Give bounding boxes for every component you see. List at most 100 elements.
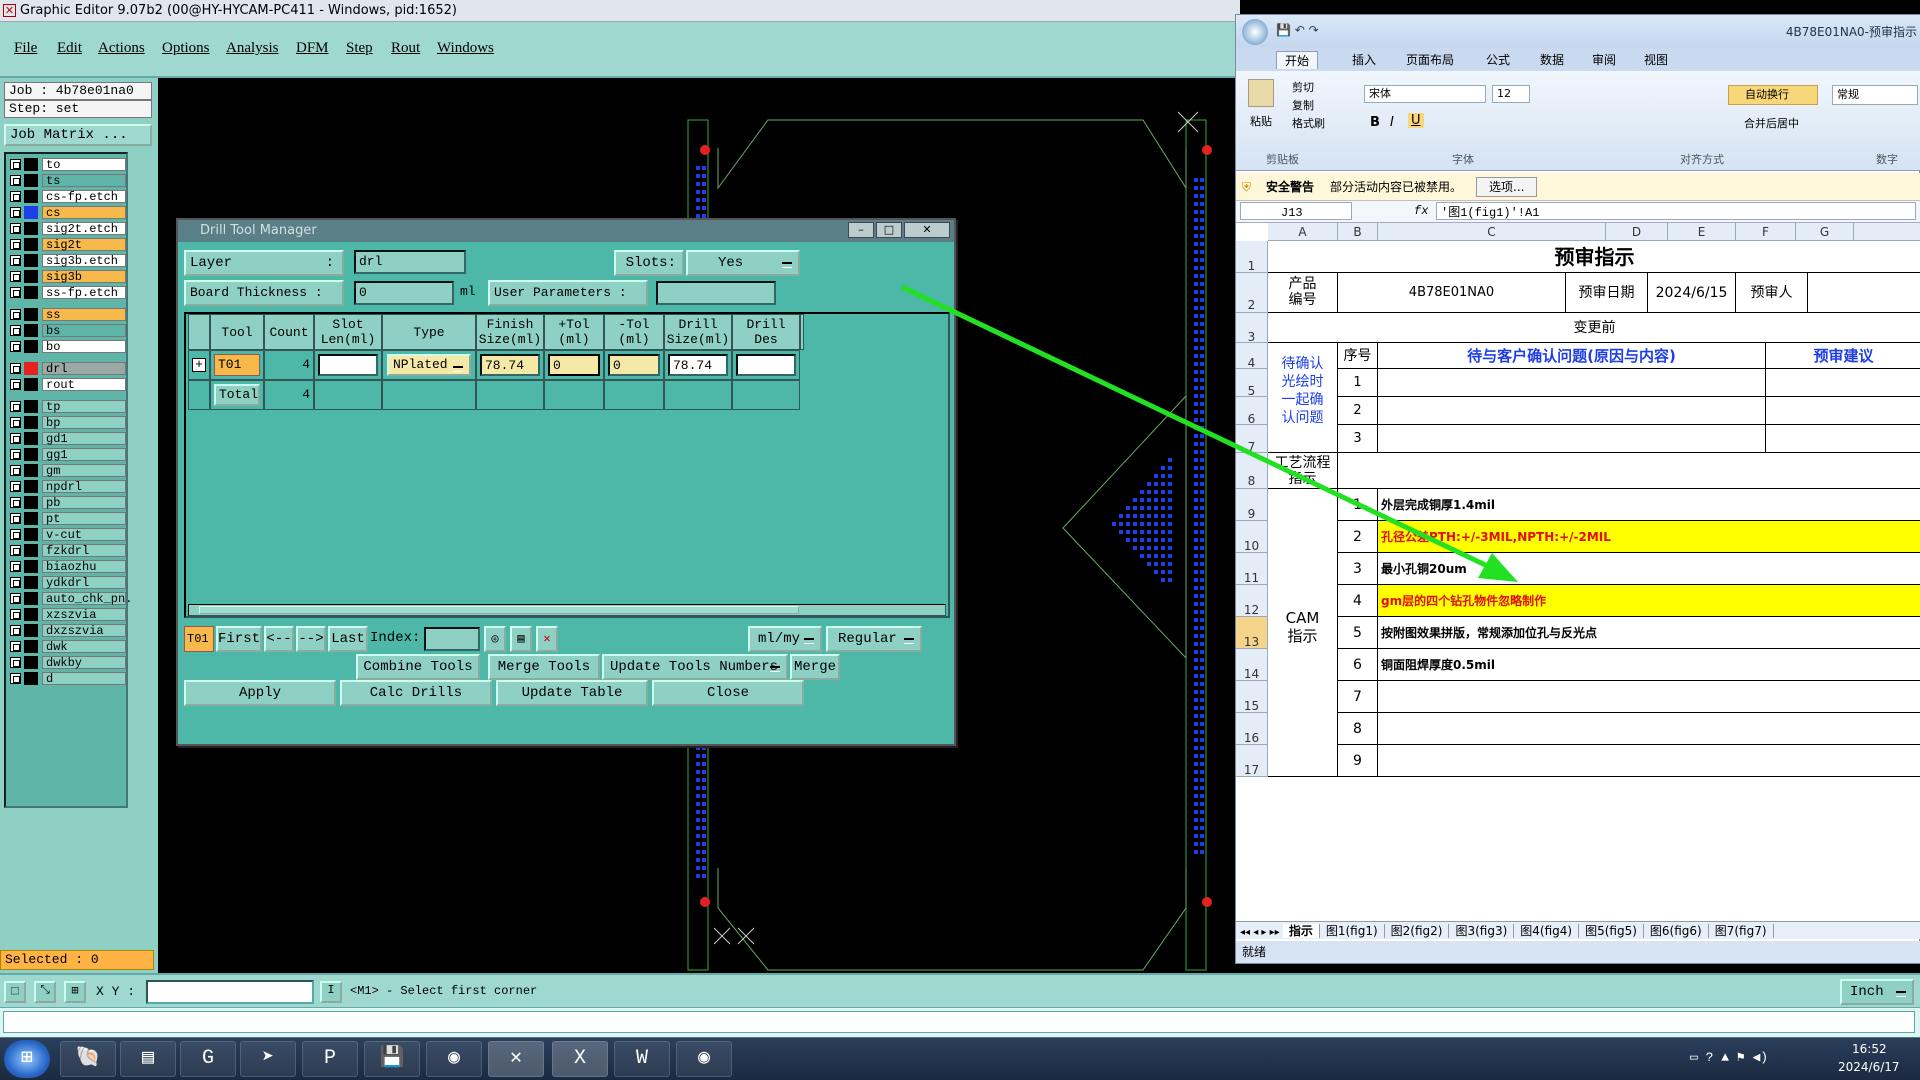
shell-icon[interactable]: 🐚	[60, 1041, 116, 1077]
row-header-14[interactable]: 14	[1236, 649, 1268, 681]
menu-actions[interactable]: Actions	[98, 40, 145, 57]
pending-suggest[interactable]	[1766, 369, 1920, 397]
list-icon[interactable]: ▤	[510, 626, 532, 652]
layer-row-ts[interactable]: ts	[8, 174, 126, 188]
layer-checkbox[interactable]	[10, 207, 21, 218]
menu-windows[interactable]: Windows	[437, 40, 494, 57]
layer-row-v-cut[interactable]: v-cut	[8, 528, 126, 542]
layer-name[interactable]: pt	[42, 512, 126, 526]
row-header-4[interactable]: 4	[1236, 343, 1268, 370]
first-button[interactable]: First	[216, 626, 262, 652]
tab-home[interactable]: 开始	[1276, 51, 1319, 69]
layer-checkbox[interactable]	[10, 513, 21, 524]
layer-checkbox[interactable]	[10, 673, 21, 684]
layer-row-drl[interactable]: drl	[8, 362, 126, 376]
cam-item[interactable]: 按附图效果拼版，常规添加位孔与反光点	[1378, 617, 1920, 649]
layer-name[interactable]: dxzszvia	[42, 624, 126, 638]
column-header-A[interactable]: A	[1268, 223, 1338, 241]
user-parameters-input[interactable]	[656, 281, 776, 305]
layer-checkbox[interactable]	[10, 545, 21, 556]
sheet-tab[interactable]: 指示	[1282, 924, 1320, 938]
command-input[interactable]	[3, 1011, 1915, 1033]
layer-checkbox[interactable]	[10, 497, 21, 508]
row-header-6[interactable]: 6	[1236, 397, 1268, 426]
grid-icon[interactable]: ⊞	[64, 981, 86, 1003]
layer-row-dwk[interactable]: dwk	[8, 640, 126, 654]
layer-row-sig2t.etch[interactable]: sig2t.etch	[8, 222, 126, 236]
layer-row-bo[interactable]: bo	[8, 340, 126, 354]
cam-item[interactable]: 最小孔铜20um	[1378, 553, 1920, 585]
cam-item[interactable]: 铜面阻焊厚度0.5mil	[1378, 649, 1920, 681]
layer-checkbox[interactable]	[10, 625, 21, 636]
layer-row-bs[interactable]: bs	[8, 324, 126, 338]
layer-name[interactable]: pb	[42, 496, 126, 510]
layer-checkbox[interactable]	[10, 223, 21, 234]
row-header-10[interactable]: 10	[1236, 521, 1268, 553]
paste-label[interactable]: 粘贴	[1250, 113, 1272, 129]
column-header-C[interactable]: C	[1378, 223, 1606, 241]
layer-row-biaozhu[interactable]: biaozhu	[8, 560, 126, 574]
row-header-16[interactable]: 16	[1236, 713, 1268, 745]
prev-button[interactable]: <--	[264, 626, 294, 652]
apply-button[interactable]: Apply	[184, 680, 336, 706]
name-box[interactable]: J13	[1240, 202, 1352, 220]
xy-input[interactable]	[146, 980, 314, 1004]
layer-name[interactable]: rout	[42, 378, 126, 392]
layer-row-sig3b.etch[interactable]: sig3b.etch	[8, 254, 126, 268]
layer-checkbox[interactable]	[10, 481, 21, 492]
format-painter-button[interactable]: 格式刷	[1292, 115, 1325, 131]
graphic-editor-task-icon[interactable]: ✕	[488, 1041, 544, 1077]
sheet-tab[interactable]: 图5(fig5)	[1579, 924, 1644, 938]
tab-review[interactable]: 审阅	[1592, 51, 1616, 68]
layer-checkbox[interactable]	[10, 465, 21, 476]
update-table-button[interactable]: Update Table	[496, 680, 648, 706]
process-value[interactable]	[1338, 453, 1920, 489]
layer-name[interactable]: dwkby	[42, 656, 126, 670]
layer-checkbox[interactable]	[10, 159, 21, 170]
row-header-8[interactable]: 8	[1236, 453, 1268, 489]
office-button-icon[interactable]	[1242, 19, 1268, 45]
layer-name[interactable]: bs	[42, 324, 126, 338]
tab-data[interactable]: 数据	[1540, 51, 1564, 68]
row-header-17[interactable]: 17	[1236, 745, 1268, 777]
layer-row-pb[interactable]: pb	[8, 496, 126, 510]
layer-checkbox[interactable]	[10, 239, 21, 250]
layer-name[interactable]: ts	[42, 174, 126, 188]
app-red-icon[interactable]: G	[180, 1041, 236, 1077]
layer-row-gg1[interactable]: gg1	[8, 448, 126, 462]
cam-item[interactable]	[1378, 681, 1920, 713]
word-task-icon[interactable]: W	[614, 1041, 670, 1077]
layer-name[interactable]: biaozhu	[42, 560, 126, 574]
layer-checkbox[interactable]	[10, 379, 21, 390]
update-tools-numbers-dropdown[interactable]: Update Tools Numbers	[602, 654, 788, 680]
layer-row-bp[interactable]: bp	[8, 416, 126, 430]
underline-icon[interactable]: U	[1408, 113, 1424, 128]
layer-checkbox[interactable]	[10, 287, 21, 298]
layer-row-fzkdrl[interactable]: fzkdrl	[8, 544, 126, 558]
layer-checkbox[interactable]	[10, 449, 21, 460]
pending-issue[interactable]	[1378, 369, 1766, 397]
job-matrix-button[interactable]: Job Matrix ...	[4, 124, 152, 146]
layer-checkbox[interactable]	[10, 309, 21, 320]
column-header-E[interactable]: E	[1668, 223, 1736, 241]
layer-input[interactable]: drl	[354, 250, 466, 274]
font-size-select[interactable]: 12	[1492, 85, 1530, 103]
layer-name[interactable]: cs	[42, 206, 126, 220]
layer-name[interactable]: bo	[42, 340, 126, 354]
layer-row-ydkdrl[interactable]: ydkdrl	[8, 576, 126, 590]
slots-dropdown[interactable]: Yes	[686, 250, 800, 276]
info-icon[interactable]: I	[320, 981, 342, 1003]
layer-row-cs-fp.etch[interactable]: cs-fp.etch	[8, 190, 126, 204]
tab-view[interactable]: 视图	[1644, 51, 1668, 68]
minimize-button[interactable]: –	[848, 222, 874, 238]
menu-edit[interactable]: Edit	[57, 40, 82, 57]
genesis-icon[interactable]: ◉	[426, 1041, 482, 1077]
layer-checkbox[interactable]	[10, 175, 21, 186]
pending-issue[interactable]	[1378, 397, 1766, 425]
layer-checkbox[interactable]	[10, 529, 21, 540]
layer-name[interactable]: cs-fp.etch	[42, 190, 126, 204]
layer-name[interactable]: sig2t.etch	[42, 222, 126, 236]
app-green-icon[interactable]: P	[302, 1041, 358, 1077]
layer-row-pt[interactable]: pt	[8, 512, 126, 526]
layer-name[interactable]: d	[42, 672, 126, 686]
